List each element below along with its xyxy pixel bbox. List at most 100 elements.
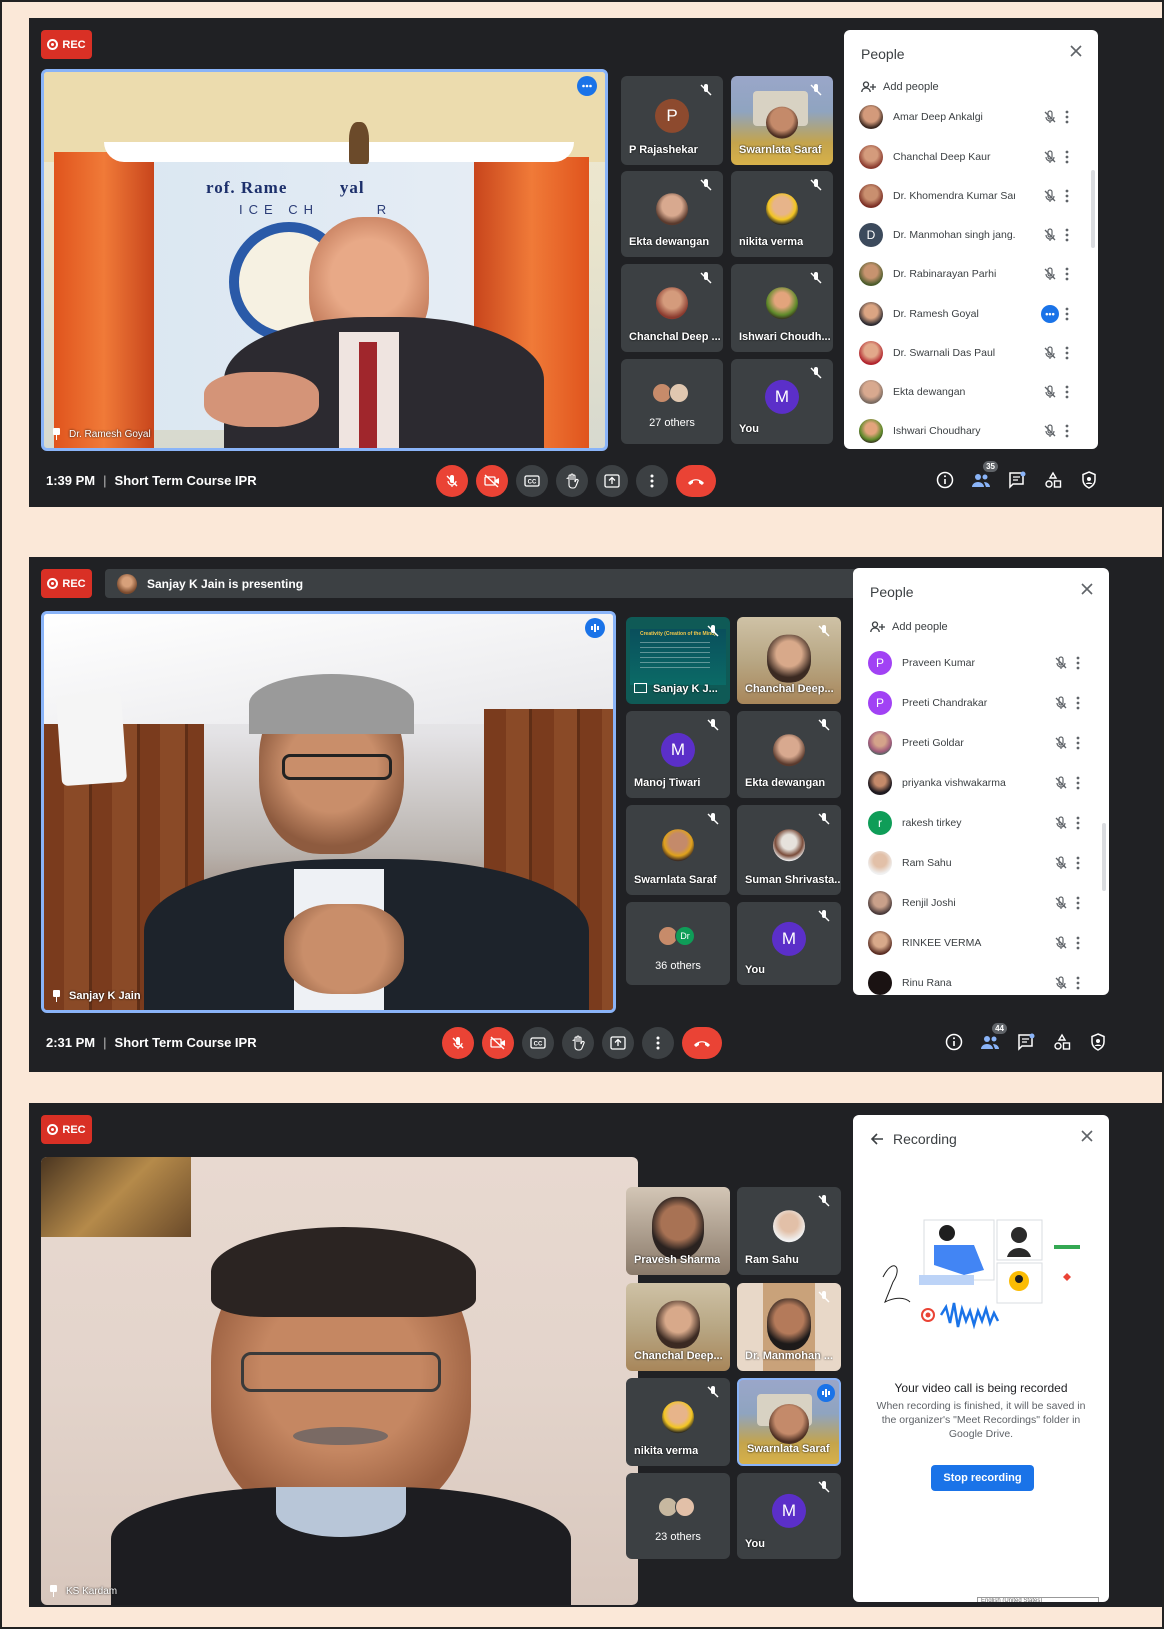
main-video[interactable]: KS Kardam <box>41 1157 638 1605</box>
more-vert-icon[interactable] <box>1065 189 1069 203</box>
leave-call-button[interactable] <box>682 1027 722 1059</box>
participant-row[interactable]: Dr. Ramesh Goyal ••• <box>859 299 1083 329</box>
participant-row[interactable]: Ekta dewangan <box>859 377 1083 407</box>
captions-button[interactable]: CC <box>516 465 548 497</box>
more-vert-icon[interactable] <box>1076 776 1080 790</box>
more-vert-icon[interactable] <box>1076 936 1080 950</box>
participant-row[interactable]: Dr. Rabinarayan Parhi <box>859 259 1083 289</box>
meeting-details-button[interactable] <box>934 467 956 493</box>
people-button[interactable]: 44 <box>979 1023 1007 1055</box>
more-vert-icon[interactable] <box>1076 816 1080 830</box>
add-people-button[interactable]: Add people <box>861 81 939 93</box>
participant-tile[interactable]: Ekta dewangan <box>737 711 841 798</box>
participant-tile[interactable]: Ekta dewangan <box>621 171 723 257</box>
presentation-tile[interactable]: Creativity (Creation of the Mind) Sanjay… <box>626 617 730 704</box>
main-video[interactable]: rof. Rame yal ICE CH R Dr. Ramesh Goyal <box>41 69 608 451</box>
participant-row[interactable]: r rakesh tirkey <box>868 808 1094 838</box>
stop-recording-button[interactable]: Stop recording <box>931 1465 1034 1491</box>
participant-row[interactable]: Rinu Rana <box>868 968 1094 995</box>
camera-toggle-button[interactable] <box>482 1027 514 1059</box>
more-vert-icon[interactable] <box>1076 896 1080 910</box>
host-controls-button[interactable] <box>1078 467 1100 493</box>
scrollbar[interactable] <box>1102 823 1106 891</box>
participant-row[interactable]: Preeti Goldar <box>868 728 1094 758</box>
participant-row[interactable]: RINKEE VERMA <box>868 928 1094 958</box>
chat-button[interactable] <box>1015 1029 1037 1055</box>
self-tile[interactable]: M You <box>737 1473 841 1559</box>
others-tile[interactable]: Dr 36 others <box>626 902 730 985</box>
more-vert-icon[interactable] <box>1065 267 1069 281</box>
more-vert-icon[interactable] <box>1076 696 1080 710</box>
more-vert-icon[interactable] <box>1076 736 1080 750</box>
close-icon[interactable] <box>1069 44 1083 58</box>
self-tile[interactable]: M You <box>737 902 841 985</box>
captions-button[interactable]: CC <box>522 1027 554 1059</box>
participant-tile[interactable]: Dr. Manmohan ... <box>737 1283 841 1371</box>
pin-icon[interactable] <box>52 990 61 1002</box>
more-options-button[interactable] <box>636 465 668 497</box>
leave-call-button[interactable] <box>676 465 716 497</box>
self-tile[interactable]: M You <box>731 359 833 444</box>
more-vert-icon[interactable] <box>1065 110 1069 124</box>
others-tile[interactable]: 23 others <box>626 1473 730 1559</box>
host-controls-button[interactable] <box>1087 1029 1109 1055</box>
participant-tile[interactable]: Ram Sahu <box>737 1187 841 1275</box>
more-vert-icon[interactable] <box>1076 656 1080 670</box>
participant-tile[interactable]: M Manoj Tiwari <box>626 711 730 798</box>
participant-tile[interactable]: Swarnlata Saraf <box>737 1378 841 1466</box>
more-vert-icon[interactable] <box>1065 385 1069 399</box>
participant-tile[interactable]: Swarnlata Saraf <box>731 76 833 165</box>
participant-row[interactable]: Amar Deep Ankalgi <box>859 102 1083 132</box>
activities-button[interactable] <box>1042 467 1064 493</box>
more-vert-icon[interactable] <box>1076 856 1080 870</box>
participant-row[interactable]: priyanka vishwakarma <box>868 768 1094 798</box>
participant-tile[interactable]: Pravesh Sharma <box>626 1187 730 1275</box>
participant-row[interactable]: Dr. Swarnali Das Paul <box>859 338 1083 368</box>
participant-row[interactable]: Renjil Joshi <box>868 888 1094 918</box>
participant-tile[interactable]: Suman Shrivasta... <box>737 805 841 895</box>
participant-row[interactable]: Ram Sahu <box>868 848 1094 878</box>
participant-tile[interactable]: P P Rajashekar <box>621 76 723 165</box>
close-icon[interactable] <box>1080 582 1094 596</box>
more-vert-icon[interactable] <box>1065 424 1069 438</box>
main-video[interactable]: Sanjay K Jain <box>41 611 616 1013</box>
raise-hand-button[interactable] <box>562 1027 594 1059</box>
participant-row[interactable]: Chanchal Deep Kaur <box>859 142 1083 172</box>
participant-tile[interactable]: Chanchal Deep... <box>737 617 841 704</box>
participant-tile[interactable]: Ishwari Choudh... <box>731 264 833 352</box>
meeting-details-button[interactable] <box>943 1029 965 1055</box>
add-people-button[interactable]: Add people <box>870 621 948 633</box>
participant-tile[interactable]: Swarnlata Saraf <box>626 805 730 895</box>
more-options-icon[interactable] <box>577 76 597 96</box>
back-arrow-icon[interactable] <box>870 1132 884 1146</box>
close-icon[interactable] <box>1080 1129 1094 1143</box>
camera-toggle-button[interactable] <box>476 465 508 497</box>
activities-button[interactable] <box>1051 1029 1073 1055</box>
participant-row[interactable]: P Praveen Kumar <box>868 648 1094 678</box>
more-vert-icon[interactable] <box>1065 307 1069 321</box>
participant-tile[interactable]: nikita verma <box>731 171 833 257</box>
chat-button[interactable] <box>1006 467 1028 493</box>
participant-row[interactable]: Ishwari Choudhary <box>859 416 1083 446</box>
mic-toggle-button[interactable] <box>436 465 468 497</box>
present-button[interactable] <box>596 465 628 497</box>
people-button[interactable]: 35 <box>970 461 998 493</box>
raise-hand-button[interactable] <box>556 465 588 497</box>
more-vert-icon[interactable] <box>1076 976 1080 990</box>
more-options-button[interactable] <box>642 1027 674 1059</box>
more-vert-icon[interactable] <box>1065 346 1069 360</box>
participant-row[interactable]: Dr. Khomendra Kumar Sar... <box>859 181 1083 211</box>
more-vert-icon[interactable] <box>1065 150 1069 164</box>
scrollbar[interactable] <box>1091 170 1095 248</box>
participant-tile[interactable]: Chanchal Deep... <box>626 1283 730 1371</box>
participant-tile[interactable]: nikita verma <box>626 1378 730 1466</box>
mic-toggle-button[interactable] <box>442 1027 474 1059</box>
language-select[interactable]: English (United States) <box>977 1597 1099 1602</box>
participant-row[interactable]: D Dr. Manmohan singh jang... <box>859 220 1083 250</box>
others-tile[interactable]: 27 others <box>621 359 723 444</box>
present-button[interactable] <box>602 1027 634 1059</box>
more-vert-icon[interactable] <box>1065 228 1069 242</box>
participant-tile[interactable]: Chanchal Deep ... <box>621 264 723 352</box>
pin-icon[interactable] <box>49 1585 58 1597</box>
pin-icon[interactable] <box>52 428 61 440</box>
